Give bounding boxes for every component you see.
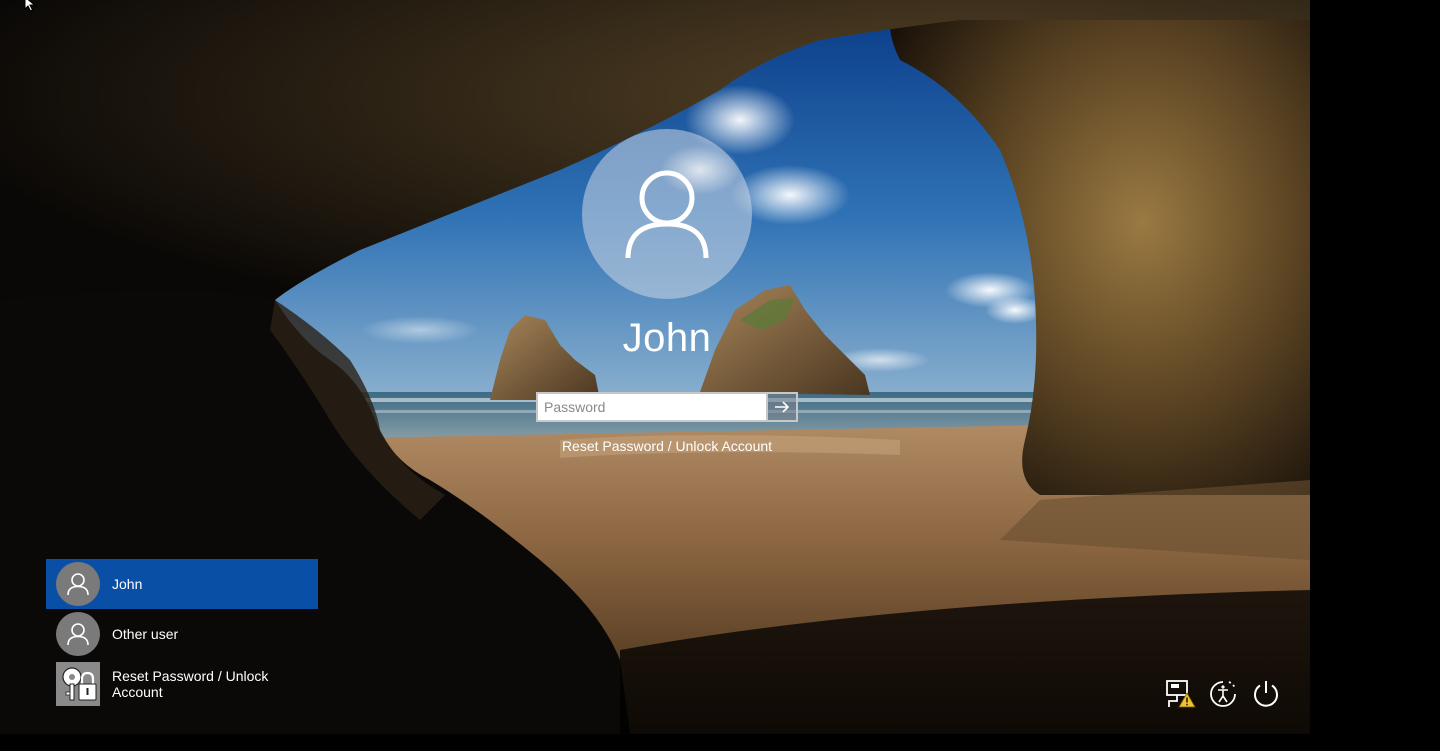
password-input[interactable] xyxy=(536,392,766,422)
user-list: John Other user Reset Password / Unlock … xyxy=(46,559,318,709)
avatar xyxy=(56,612,100,656)
user-list-label: John xyxy=(112,576,143,592)
lock-screen: John Reset Password / Unlock Account Joh… xyxy=(0,0,1440,751)
avatar xyxy=(56,562,100,606)
lock-reset-icon xyxy=(62,667,97,701)
screen-edge-right xyxy=(1310,0,1440,751)
reset-tile xyxy=(56,662,100,706)
power-button[interactable] xyxy=(1249,677,1283,711)
current-user-name: John xyxy=(622,316,712,360)
user-list-label: Other user xyxy=(112,626,179,642)
user-avatar-large xyxy=(582,129,752,299)
password-box xyxy=(536,392,798,422)
user-avatar-icon xyxy=(67,573,89,596)
arrow-right-icon xyxy=(775,401,790,413)
ease-of-access-button[interactable] xyxy=(1206,677,1240,711)
user-avatar-icon xyxy=(67,623,89,646)
user-list-item-john[interactable]: John xyxy=(46,559,318,609)
user-avatar-icon xyxy=(625,170,709,259)
user-list-label: Reset Password / Unlock Account xyxy=(112,668,269,700)
submit-password-button[interactable] xyxy=(766,392,798,422)
network-button[interactable] xyxy=(1164,677,1198,711)
user-list-item-reset-password[interactable]: Reset Password / Unlock Account xyxy=(46,659,318,709)
network-warning-icon xyxy=(1166,680,1196,708)
power-icon xyxy=(1254,681,1278,707)
ease-of-access-icon xyxy=(1210,681,1236,707)
screen-edge-bottom xyxy=(0,734,1440,751)
mouse-cursor-icon xyxy=(24,0,38,12)
reset-password-link[interactable]: Reset Password / Unlock Account xyxy=(536,438,798,454)
user-list-item-other-user[interactable]: Other user xyxy=(46,609,318,659)
